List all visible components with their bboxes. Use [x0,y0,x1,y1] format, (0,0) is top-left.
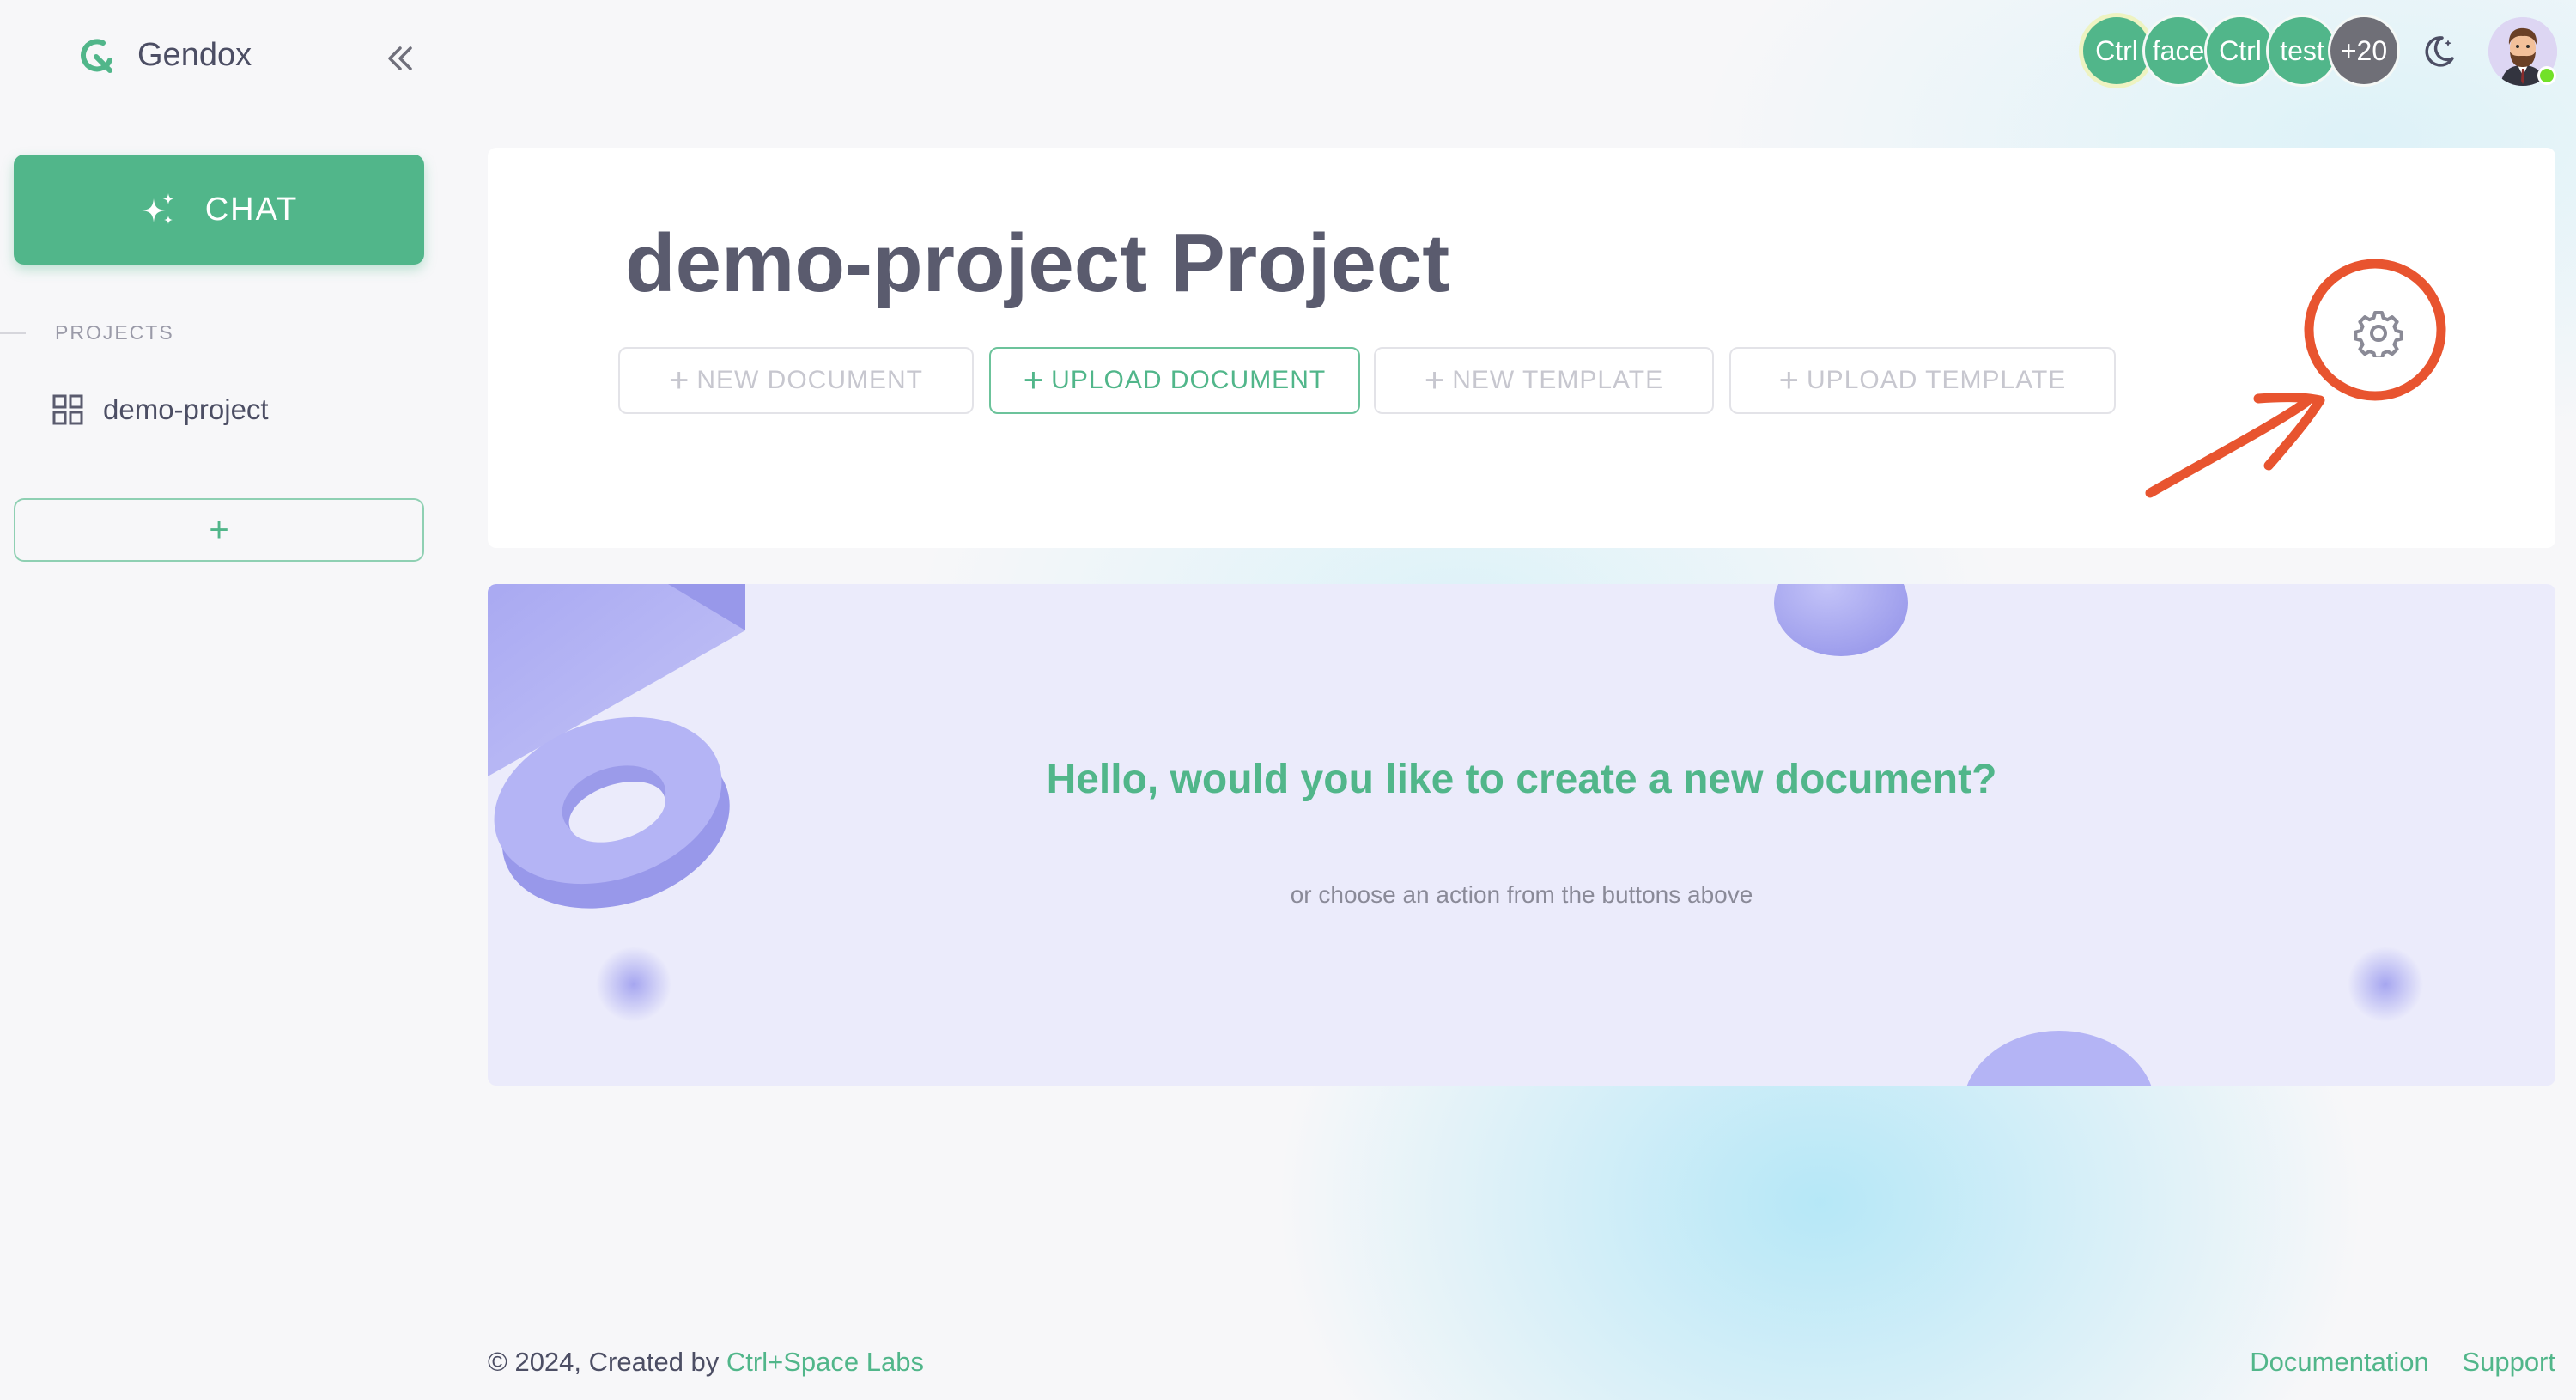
upload-document-button[interactable]: + UPLOAD DOCUMENT [989,347,1360,414]
collapse-sidebar-icon[interactable] [383,41,417,76]
section-divider [0,332,26,334]
sidebar-item-demo-project[interactable]: demo-project [52,393,269,426]
grid-icon [52,394,83,425]
more-members-badge[interactable]: +20 [2330,17,2397,84]
upload-document-label: UPLOAD DOCUMENT [1051,366,1327,394]
copyright-text: © 2024, Created by [488,1347,720,1377]
projects-section-heading: PROJECTS [0,321,174,344]
empty-state-subtitle: or choose an action from the buttons abo… [1290,881,1753,908]
page-title: demo-project Project [625,217,1450,309]
app-name: Gendox [137,36,252,73]
member-avatar[interactable]: Ctrl [2083,17,2150,84]
decorative-shapes [488,584,2423,1086]
empty-state-panel: Hello, would you like to create a new do… [488,584,2555,1086]
footer-links: Documentation Support [2224,1347,2555,1378]
upload-template-label: UPLOAD TEMPLATE [1807,366,2067,394]
footer-copyright: © 2024, Created by Ctrl+Space Labs [488,1347,924,1378]
upload-template-button[interactable]: + UPLOAD TEMPLATE [1729,347,2116,414]
plus-icon: + [1778,362,1801,399]
plus-icon: + [1424,362,1446,399]
plus-icon: + [1023,362,1045,399]
member-avatar[interactable]: Ctrl [2207,17,2274,84]
new-template-button[interactable]: + NEW TEMPLATE [1374,347,1714,414]
app-logo[interactable]: Gendox [77,36,252,74]
projects-heading-label: PROJECTS [55,321,174,344]
documentation-link[interactable]: Documentation [2250,1347,2429,1377]
empty-state-title: Hello, would you like to create a new do… [1046,757,1997,802]
gear-icon[interactable] [2354,309,2403,357]
online-status-dot [2540,69,2554,82]
new-template-label: NEW TEMPLATE [1452,366,1664,394]
company-link[interactable]: Ctrl+Space Labs [726,1347,924,1377]
moon-icon[interactable] [2420,33,2458,70]
plus-icon: + [668,362,690,399]
project-header-card: demo-project Project + NEW DOCUMENT + UP… [488,148,2555,548]
sidebar: Gendox CHAT PROJECTS demo-project + [0,0,447,1400]
sidebar-item-label: demo-project [103,393,269,425]
chat-button[interactable]: CHAT [14,155,424,265]
chat-button-label: CHAT [204,191,299,228]
gendox-logo-icon [81,39,112,73]
add-project-button[interactable]: + [14,498,424,562]
new-document-label: NEW DOCUMENT [696,366,923,394]
member-avatar[interactable]: face [2145,17,2212,84]
sparkle-icon [141,193,174,224]
support-link[interactable]: Support [2462,1347,2555,1377]
member-avatar[interactable]: test [2269,17,2336,84]
new-document-button[interactable]: + NEW DOCUMENT [618,347,974,414]
